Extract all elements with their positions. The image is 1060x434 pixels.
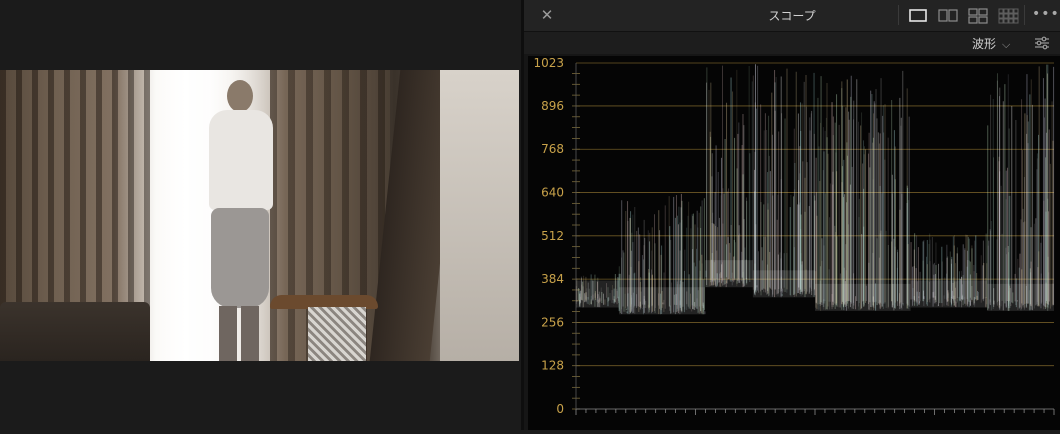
- scope-mode-select[interactable]: 波形 ⌵: [972, 35, 1010, 53]
- y-tick-label: 1023: [533, 56, 564, 70]
- waveform-density-band: [619, 287, 706, 315]
- video-frame[interactable]: [0, 70, 519, 361]
- person-figure: [205, 80, 275, 361]
- layout-multi-icon[interactable]: [995, 4, 1021, 28]
- waveform-density-band: [705, 260, 753, 288]
- sliders-icon[interactable]: [1032, 34, 1052, 52]
- y-tick-label: 0: [556, 402, 564, 416]
- more-horizontal-icon[interactable]: •••: [1032, 6, 1059, 24]
- layout-dual-icon[interactable]: [935, 4, 961, 28]
- y-tick-label: 512: [541, 229, 564, 243]
- wall-right: [440, 70, 519, 361]
- waveform-density-band: [576, 280, 620, 308]
- sofa: [0, 302, 150, 361]
- viewer-panel: [0, 0, 521, 430]
- y-tick-label: 896: [541, 99, 564, 113]
- waveform-density-band: [815, 283, 911, 311]
- y-tick-label: 768: [541, 142, 564, 156]
- scope-mode-label: 波形: [972, 37, 997, 51]
- waveform-chart: 0 128 256 384 512 640 768 896 1023: [533, 56, 1055, 416]
- chevron-down-icon: ⌵: [1002, 38, 1011, 51]
- scope-toolbar: 波形 ⌵: [524, 32, 1060, 54]
- separator: [1024, 5, 1025, 25]
- y-tick-label: 256: [541, 315, 564, 329]
- waveform-plot[interactable]: 0 128 256 384 512 640 768 896 1023: [528, 56, 1060, 430]
- waveform-density-band: [987, 283, 1054, 311]
- y-tick-label: 640: [541, 186, 564, 200]
- waveform-density-band: [752, 270, 815, 298]
- scope-panel: ✕ スコープ ••• 波形 ⌵ 0 128 256 384 512 640 76…: [524, 0, 1060, 430]
- chair: [270, 295, 380, 361]
- scope-titlebar: ✕ スコープ •••: [524, 0, 1060, 32]
- separator: [898, 5, 899, 25]
- layout-single-icon[interactable]: [905, 4, 931, 28]
- layout-quad-icon[interactable]: [965, 4, 991, 28]
- y-tick-label: 128: [541, 359, 564, 373]
- waveform-density-band: [910, 280, 988, 308]
- y-tick-label: 384: [541, 272, 564, 286]
